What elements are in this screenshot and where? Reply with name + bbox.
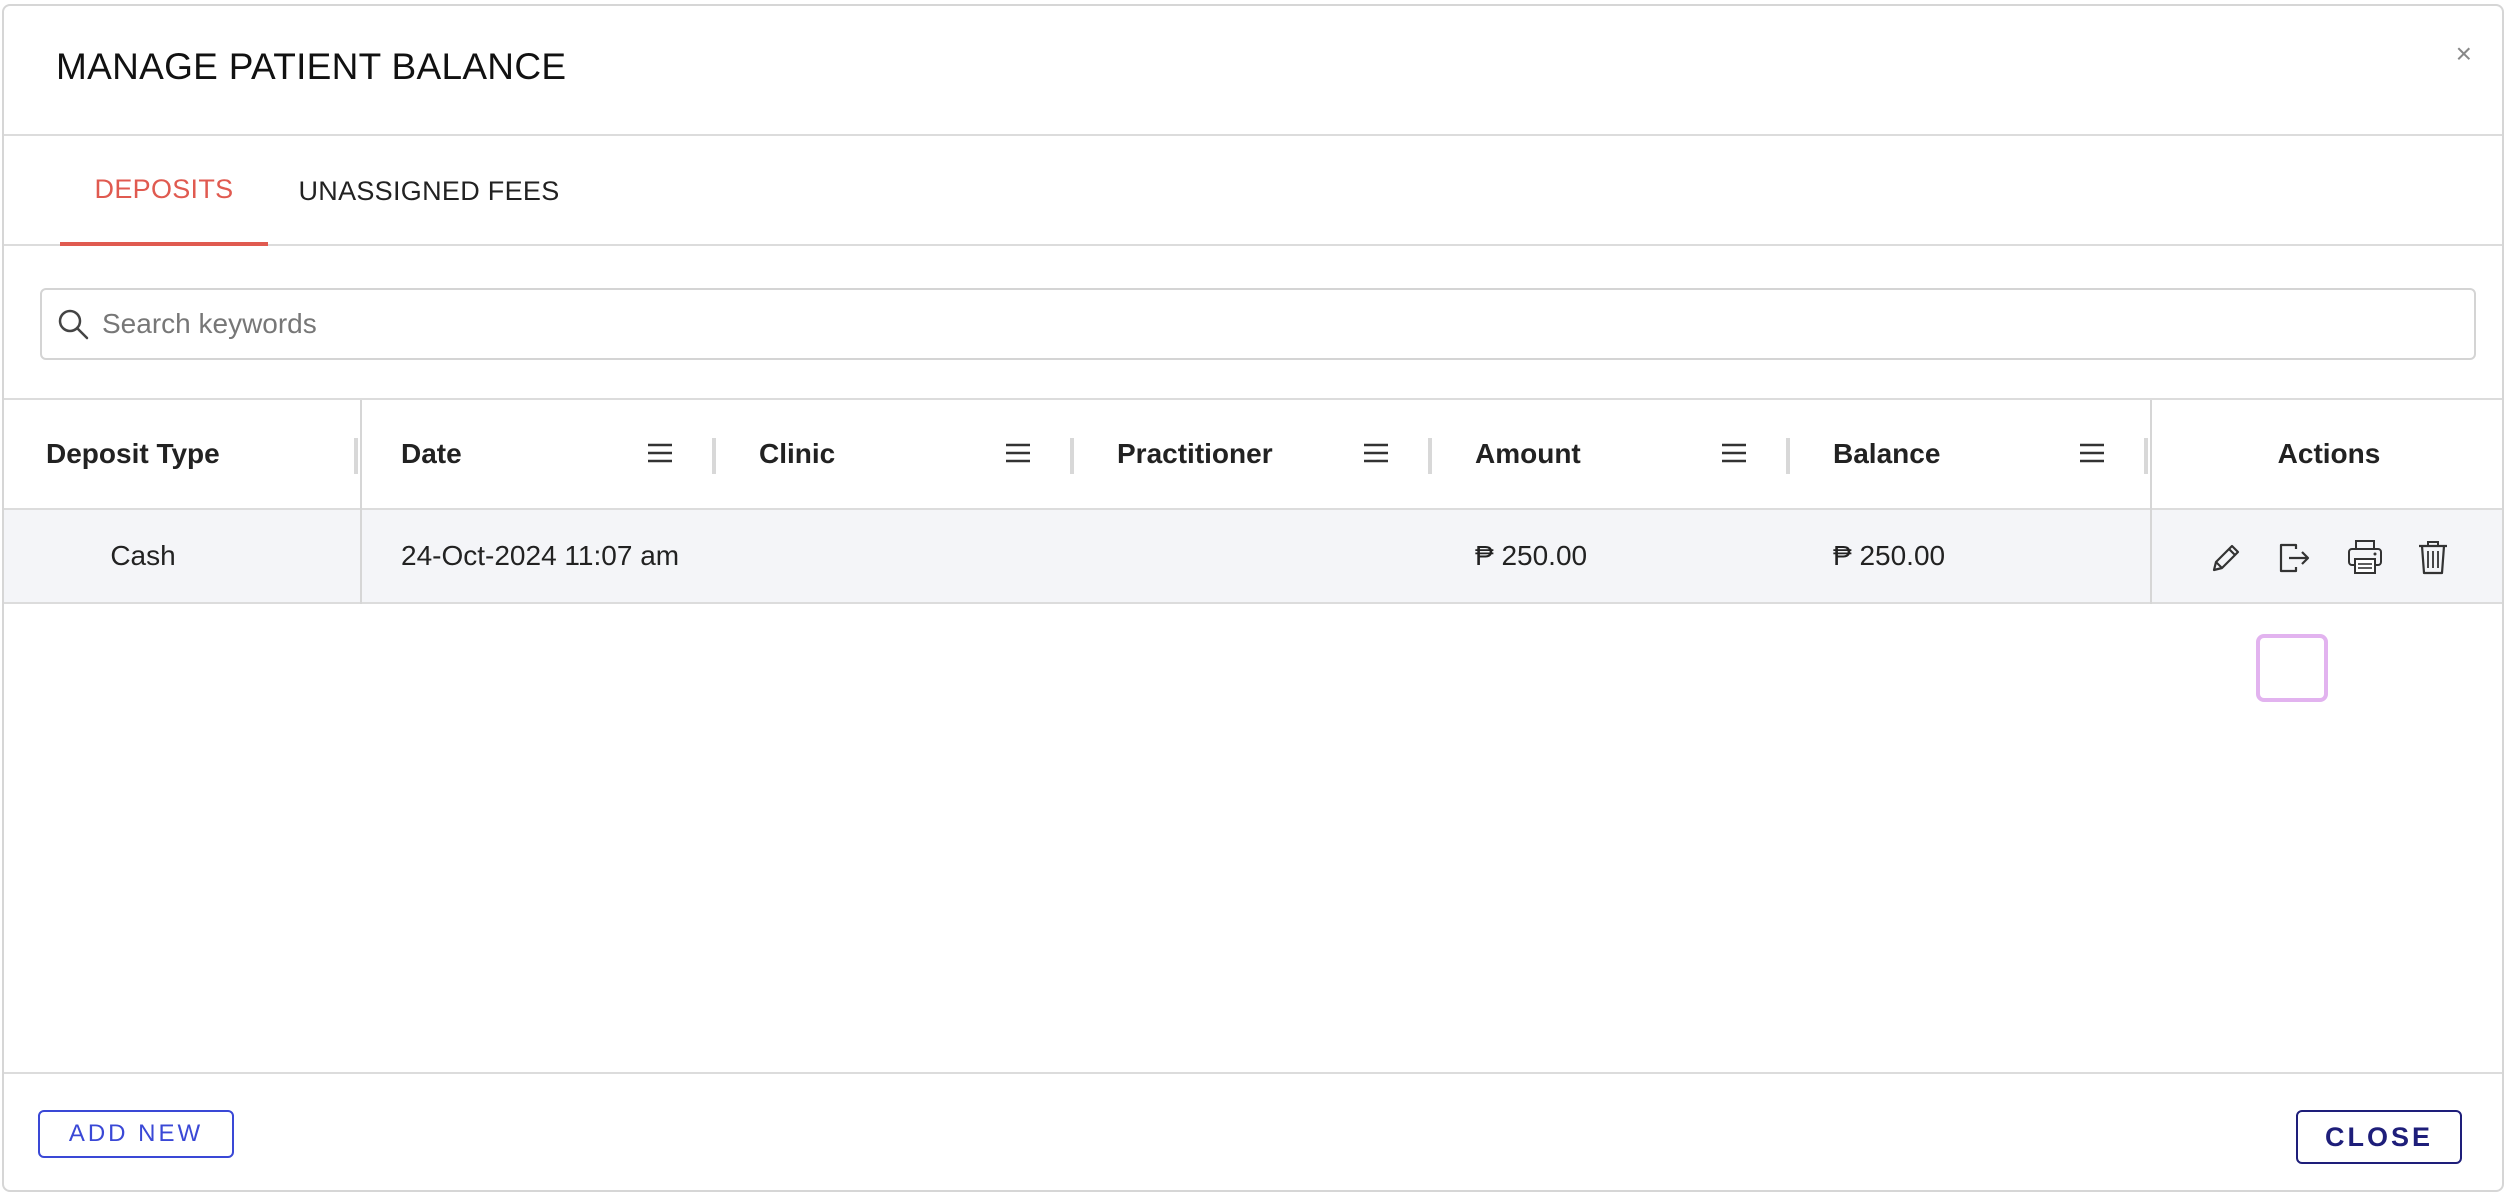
modal-title: MANAGE PATIENT BALANCE (56, 46, 567, 87)
column-menu-icon[interactable] (1364, 442, 1388, 464)
header-practitioner: Practitioner (1117, 438, 1273, 469)
add-new-button[interactable]: ADD NEW (38, 1110, 234, 1158)
cell-balance: ₱ 250.00 (1833, 540, 1946, 571)
column-menu-icon[interactable] (2080, 442, 2104, 464)
column-resize-handle[interactable] (1070, 438, 1074, 474)
close-icon[interactable]: × (2456, 40, 2472, 68)
search-icon (58, 309, 89, 340)
header-clinic: Clinic (759, 438, 836, 469)
column-menu-icon[interactable] (1006, 442, 1030, 464)
header-amount: Amount (1475, 438, 1581, 469)
cell-amount: ₱ 250.00 (1475, 540, 1588, 571)
search-box (40, 288, 2476, 360)
column-resize-handle[interactable] (2144, 438, 2148, 474)
pinned-column-divider (2150, 510, 2152, 604)
pinned-column-divider (360, 400, 362, 512)
pinned-column-divider (2150, 400, 2152, 512)
header-date: Date (401, 438, 462, 469)
column-resize-handle[interactable] (1428, 438, 1432, 474)
modal-footer: ADD NEW CLOSE (4, 1072, 2502, 1192)
header-deposit-type: Deposit Type (46, 438, 220, 469)
tab-bar: DEPOSITS UNASSIGNED FEES (4, 136, 2502, 246)
column-menu-icon[interactable] (1722, 442, 1746, 464)
column-resize-handle[interactable] (712, 438, 716, 474)
search-input[interactable] (102, 308, 2402, 340)
modal-header: MANAGE PATIENT BALANCE × (4, 6, 2502, 136)
pencil-icon[interactable] (2208, 540, 2244, 576)
cell-date: 24-Oct-2024 11:07 am (401, 540, 680, 571)
trash-icon[interactable] (2416, 538, 2450, 576)
column-menu-icon[interactable] (648, 442, 672, 464)
action-focus-highlight (2256, 634, 2328, 702)
close-button[interactable]: CLOSE (2296, 1110, 2462, 1164)
tab-deposits[interactable]: DEPOSITS (60, 136, 268, 246)
cell-deposit-type: Cash (110, 540, 176, 571)
header-balance: Balance (1833, 438, 1941, 469)
header-actions: Actions (2277, 438, 2381, 469)
column-resize-handle[interactable] (1786, 438, 1790, 474)
manage-patient-balance-modal: MANAGE PATIENT BALANCE × DEPOSITS UNASSI… (2, 4, 2504, 1192)
deposits-table: Deposit Type Date Clinic Practitioner Am… (4, 398, 2502, 702)
apply-deposit-icon[interactable] (2276, 540, 2312, 576)
column-resize-handle[interactable] (354, 438, 358, 474)
tab-unassigned-fees[interactable]: UNASSIGNED FEES (290, 136, 568, 246)
table-header-row: Deposit Type Date Clinic Practitioner Am… (4, 398, 2502, 512)
table-row[interactable]: Cash 24-Oct-2024 11:07 am ₱ 250.00 ₱ 250… (4, 510, 2502, 702)
pinned-column-divider (360, 510, 362, 604)
printer-icon[interactable] (2346, 538, 2384, 576)
